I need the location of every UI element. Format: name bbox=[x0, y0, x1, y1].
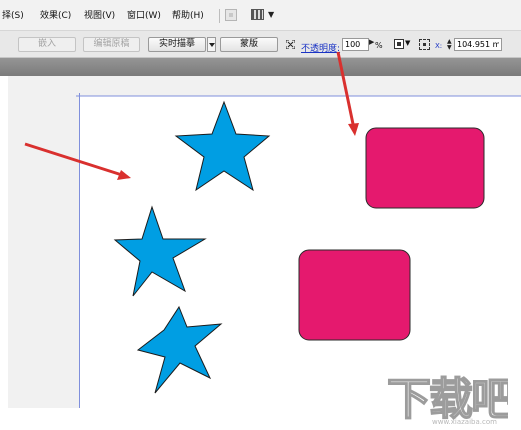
rounded-rectangle-shape[interactable] bbox=[298, 249, 411, 341]
rounded-rectangle-shape[interactable] bbox=[365, 127, 485, 209]
watermark-logo: 下载吧 bbox=[386, 373, 508, 426]
watermark-url: www.xiazaiba.com bbox=[432, 418, 497, 426]
